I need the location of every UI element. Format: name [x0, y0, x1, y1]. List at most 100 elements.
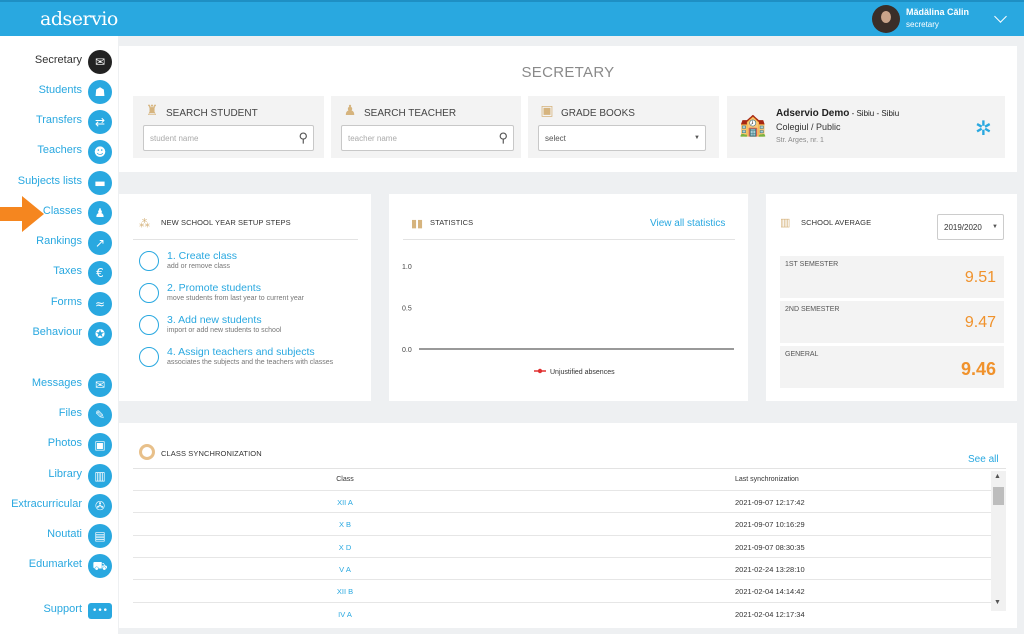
transfer-icon: ⇄ [88, 110, 112, 134]
y-tick-label: 1.0 [402, 264, 412, 271]
divider [403, 239, 735, 240]
table-row[interactable]: V A 2021-02-24 13:28:10 [133, 556, 991, 579]
step-circle-icon[interactable] [139, 315, 159, 335]
scrollbar[interactable]: ▲ ▼ [991, 471, 1006, 611]
table-row[interactable]: X D 2021-09-07 08:30:35 [133, 534, 991, 557]
last-sync-value: 2021-09-07 10:16:29 [735, 520, 805, 530]
sidebar-item-forms[interactable]: Forms ≈ [0, 290, 118, 318]
step-title[interactable]: 3. Add new students [167, 314, 262, 326]
class-link[interactable]: X B [133, 520, 557, 529]
last-sync-value: 2021-09-07 12:17:42 [735, 498, 805, 507]
sidebar-item-students[interactable]: Students ☗ [0, 78, 118, 106]
semester-label: 2ND SEMESTER [785, 306, 840, 313]
semester-average: 9.47 [964, 314, 996, 331]
classes-icon: ♟ [88, 201, 112, 225]
class-link[interactable]: XII A [133, 498, 557, 507]
statistics-panel: ▮▮ STATISTICS View all statistics 1.0 0.5… [389, 194, 748, 401]
grade-books-select[interactable]: select ▼ [538, 125, 706, 151]
class-link[interactable]: X D [133, 543, 557, 552]
sidebar-item-taxes[interactable]: Taxes € [0, 259, 118, 287]
student-search-input[interactable]: student name ⚲ [143, 125, 314, 151]
sidebar-item-label: Forms [50, 296, 82, 308]
sidebar-item-extracurricular[interactable]: Extracurricular ✇ [0, 492, 118, 520]
table-row[interactable]: X B 2021-09-07 10:16:29 [133, 512, 991, 534]
table-row[interactable]: XII B 2021-02-04 14:14:42 [133, 579, 991, 601]
table-row[interactable]: IV A 2021-02-04 12:17:34 [133, 601, 991, 619]
gear-icon[interactable]: ✲ [975, 116, 992, 141]
step-circle-icon[interactable] [139, 251, 159, 271]
sidebar-item-label: Support [43, 603, 82, 615]
sidebar-item-label: Extracurricular [11, 498, 82, 510]
sidebar-item-subjects-lists[interactable]: Subjects lists ▬ [0, 169, 118, 197]
step-title[interactable]: 4. Assign teachers and subjects [167, 346, 315, 358]
legend-dot-marker [537, 368, 543, 374]
messages-icon: ✉ [88, 373, 112, 397]
extracurricular-icon: ✇ [88, 494, 112, 518]
last-sync-value: 2021-02-04 12:17:34 [735, 609, 805, 619]
view-all-statistics-link[interactable]: View all statistics [650, 218, 725, 229]
sidebar-item-label: Library [48, 468, 82, 480]
sidebar-item-noutati[interactable]: Noutati ▤ [0, 522, 118, 550]
sidebar-item-label: Edumarket [28, 558, 82, 570]
sidebar-item-photos[interactable]: Photos ▣ [0, 431, 118, 459]
arrow-pointer-icon [0, 196, 44, 232]
search-teacher-box: ♟ SEARCH TEACHER teacher name ⚲ [331, 96, 521, 158]
school-average-title: SCHOOL AVERAGE [801, 218, 872, 227]
user-menu[interactable]: Mădălina Călin secretary [872, 5, 1024, 35]
sidebar-item-label: Students [38, 84, 82, 96]
forms-icon: ≈ [88, 292, 112, 316]
step-title[interactable]: 2. Promote students [167, 282, 261, 294]
scroll-up-icon[interactable]: ▲ [994, 473, 1001, 480]
grade-books-value: select [545, 134, 566, 143]
step-circle-icon[interactable] [139, 283, 159, 303]
sidebar-item-label: Transfers [35, 114, 82, 126]
y-tick-label: 0.5 [402, 306, 412, 313]
sidebar-item-secretary[interactable]: Secretary ✉ [0, 48, 118, 76]
sidebar-item-teachers[interactable]: Teachers ☻ [0, 138, 118, 166]
chevron-down-icon[interactable] [994, 10, 1007, 23]
sidebar-item-behaviour[interactable]: Behaviour ✪ [0, 320, 118, 348]
year-select[interactable]: 2019/2020 ▼ [937, 214, 1004, 240]
scroll-down-icon[interactable]: ▼ [994, 599, 1001, 606]
teacher-search-placeholder: teacher name [348, 134, 397, 143]
sidebar-item-rankings[interactable]: Rankings ↗ [0, 229, 118, 257]
legend-label[interactable]: Unjustified absences [550, 369, 615, 376]
teacher-search-input[interactable]: teacher name ⚲ [341, 125, 514, 151]
avatar[interactable] [872, 5, 900, 33]
class-link[interactable]: V A [133, 565, 557, 574]
search-student-box: ♜ SEARCH STUDENT student name ⚲ [133, 96, 324, 158]
sidebar-item-library[interactable]: Library ▥ [0, 462, 118, 490]
year-value: 2019/2020 [944, 223, 982, 232]
footsteps-icon: ⁂ [139, 218, 150, 230]
class-link[interactable]: IV A [133, 610, 557, 619]
top-bar: adservio Mădălina Călin secretary [0, 0, 1024, 36]
step-circle-icon[interactable] [139, 347, 159, 367]
secretary-icon: ✉ [88, 50, 112, 74]
sidebar-item-edumarket[interactable]: Edumarket ⛟ [0, 552, 118, 580]
step-title[interactable]: 1. Create class [167, 250, 237, 262]
sidebar-item-label: Secretary [34, 54, 82, 66]
search-icon[interactable]: ⚲ [298, 130, 308, 146]
table-row[interactable]: XII A 2021-09-07 12:17:42 [133, 490, 991, 512]
setup-steps-title: NEW SCHOOL YEAR SETUP STEPS [161, 218, 291, 227]
school-address: Str. Arges, nr. 1 [776, 137, 824, 144]
chat-icon: ••• [88, 603, 112, 619]
sidebar-item-label: Classes [42, 205, 82, 217]
sidebar-item-support[interactable]: Support ••• [0, 597, 118, 625]
statistics-title: STATISTICS [430, 218, 474, 227]
sidebar-item-files[interactable]: Files ✎ [0, 401, 118, 429]
class-link[interactable]: XII B [133, 587, 557, 596]
cart-icon: ⛟ [88, 554, 112, 578]
graduate-icon: ♜ [145, 102, 159, 118]
divider [133, 239, 358, 240]
scrollbar-thumb[interactable] [993, 487, 1004, 505]
sidebar-item-label: Taxes [53, 265, 82, 277]
grade-books-box: ▣ GRADE BOOKS select ▼ [528, 96, 719, 158]
school-building-icon: 🏫 [739, 112, 767, 137]
sidebar-item-transfers[interactable]: Transfers ⇄ [0, 108, 118, 136]
statistics-chart: 1.0 0.5 0.0 Unjustified absences [402, 264, 734, 376]
app-logo[interactable]: adservio [40, 8, 118, 30]
search-icon[interactable]: ⚲ [498, 130, 508, 146]
school-name: Adservio Demo - Sibiu - Sibiu [776, 108, 900, 119]
sidebar-item-messages[interactable]: Messages ✉ [0, 371, 118, 399]
